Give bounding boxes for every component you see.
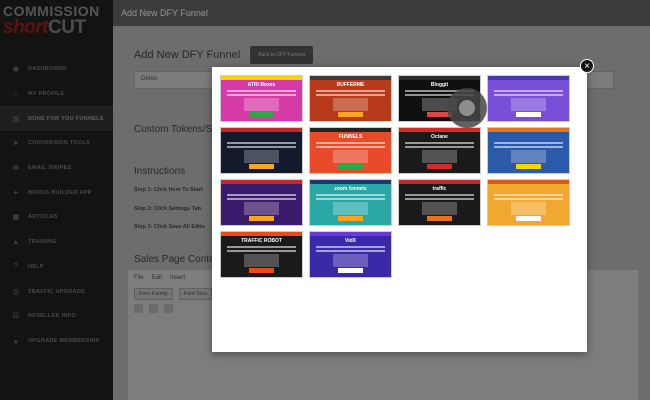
thumbnail-cta-button (338, 268, 363, 273)
thumbnail-title: TRAFFIC ROBOT (241, 238, 282, 244)
thumbnail-top-bar (310, 76, 391, 80)
thumbnail-headline-line (494, 90, 563, 92)
thumbnail-headline-line (316, 194, 385, 196)
template-1-thumbnail[interactable]: ATRI Boxes (220, 75, 303, 122)
thumbnail-video-box (510, 202, 547, 215)
template-12-thumbnail[interactable] (487, 179, 570, 226)
thumbnail-headline-line (405, 146, 474, 148)
thumbnail-video-box (421, 150, 458, 163)
thumbnail-cta-button (516, 112, 541, 117)
template-7-thumbnail[interactable]: Octane (398, 127, 481, 174)
thumbnail-top-bar (310, 128, 391, 132)
thumbnail-headline-line (316, 250, 385, 252)
thumbnail-top-bar (399, 76, 480, 80)
thumbnail-top-bar (221, 128, 302, 132)
thumbnail-top-bar (488, 128, 569, 132)
template-14-thumbnail[interactable]: VidX (309, 231, 392, 278)
thumbnail-headline-line (316, 146, 385, 148)
thumbnail-title: VidX (344, 238, 357, 244)
thumbnail-headline-line (494, 146, 563, 148)
thumbnail-headline-line (227, 90, 296, 92)
thumbnail-cta-button (338, 216, 363, 221)
thumbnail-cta-button (516, 164, 541, 169)
thumbnail-cta-button (249, 164, 274, 169)
template-grid: ATRI Boxes BUFFERME Bloggit FUNNELS Octane zo… (220, 75, 570, 278)
template-13-thumbnail[interactable]: TRAFFIC ROBOT (220, 231, 303, 278)
thumbnail-headline-line (316, 90, 385, 92)
thumbnail-top-bar (488, 76, 569, 80)
thumbnail-headline-line (494, 142, 563, 144)
thumbnail-video-box (332, 98, 369, 111)
thumbnail-title: BUFFERME (336, 82, 365, 88)
thumbnail-top-bar (399, 128, 480, 132)
thumbnail-headline-line (316, 246, 385, 248)
thumbnail-top-bar (488, 180, 569, 184)
thumbnail-title: Octane (431, 134, 448, 140)
thumbnail-headline-line (227, 246, 296, 248)
template-11-thumbnail[interactable]: traffic (398, 179, 481, 226)
thumbnail-video-box (243, 202, 280, 215)
cursor-pointer (459, 100, 475, 116)
thumbnail-headline-line (316, 142, 385, 144)
thumbnail-headline-line (494, 194, 563, 196)
thumbnail-headline-line (405, 142, 474, 144)
thumbnail-cta-button (516, 216, 541, 221)
thumbnail-cta-button (427, 216, 452, 221)
template-2-thumbnail[interactable]: BUFFERME (309, 75, 392, 122)
thumbnail-headline-line (227, 146, 296, 148)
thumbnail-headline-line (405, 198, 474, 200)
thumbnail-headline-line (227, 250, 296, 252)
thumbnail-cta-button (249, 112, 274, 117)
thumbnail-cta-button (427, 164, 452, 169)
thumbnail-headline-line (494, 198, 563, 200)
thumbnail-headline-line (316, 94, 385, 96)
thumbnail-title: FUNNELS (338, 134, 363, 140)
thumbnail-video-box (243, 150, 280, 163)
thumbnail-top-bar (221, 232, 302, 236)
template-4-thumbnail[interactable] (487, 75, 570, 122)
template-10-thumbnail[interactable]: zoom funnels (309, 179, 392, 226)
template-8-thumbnail[interactable] (487, 127, 570, 174)
thumbnail-cta-button (338, 112, 363, 117)
thumbnail-headline-line (227, 194, 296, 196)
thumbnail-video-box (510, 98, 547, 111)
thumbnail-headline-line (227, 198, 296, 200)
template-5-thumbnail[interactable] (220, 127, 303, 174)
thumbnail-video-box (243, 254, 280, 267)
thumbnail-video-box (421, 202, 458, 215)
thumbnail-title: ATRI Boxes (247, 82, 276, 88)
thumbnail-video-box (332, 202, 369, 215)
thumbnail-top-bar (310, 232, 391, 236)
thumbnail-title: traffic (432, 186, 447, 192)
thumbnail-cta-button (249, 216, 274, 221)
thumbnail-top-bar (221, 76, 302, 80)
thumbnail-headline-line (227, 94, 296, 96)
close-modal-icon[interactable]: × (580, 59, 594, 73)
thumbnail-headline-line (405, 194, 474, 196)
thumbnail-headline-line (494, 94, 563, 96)
thumbnail-top-bar (399, 180, 480, 184)
template-6-thumbnail[interactable]: FUNNELS (309, 127, 392, 174)
thumbnail-top-bar (221, 180, 302, 184)
thumbnail-headline-line (316, 198, 385, 200)
thumbnail-cta-button (338, 164, 363, 169)
thumbnail-video-box (332, 150, 369, 163)
thumbnail-video-box (510, 150, 547, 163)
thumbnail-headline-line (227, 142, 296, 144)
thumbnail-top-bar (310, 180, 391, 184)
thumbnail-cta-button (249, 268, 274, 273)
thumbnail-title: zoom funnels (334, 186, 367, 192)
thumbnail-video-box (332, 254, 369, 267)
template-9-thumbnail[interactable] (220, 179, 303, 226)
thumbnail-video-box (243, 98, 280, 111)
template-picker-modal: ATRI Boxes BUFFERME Bloggit FUNNELS Octane zo… (212, 67, 587, 352)
